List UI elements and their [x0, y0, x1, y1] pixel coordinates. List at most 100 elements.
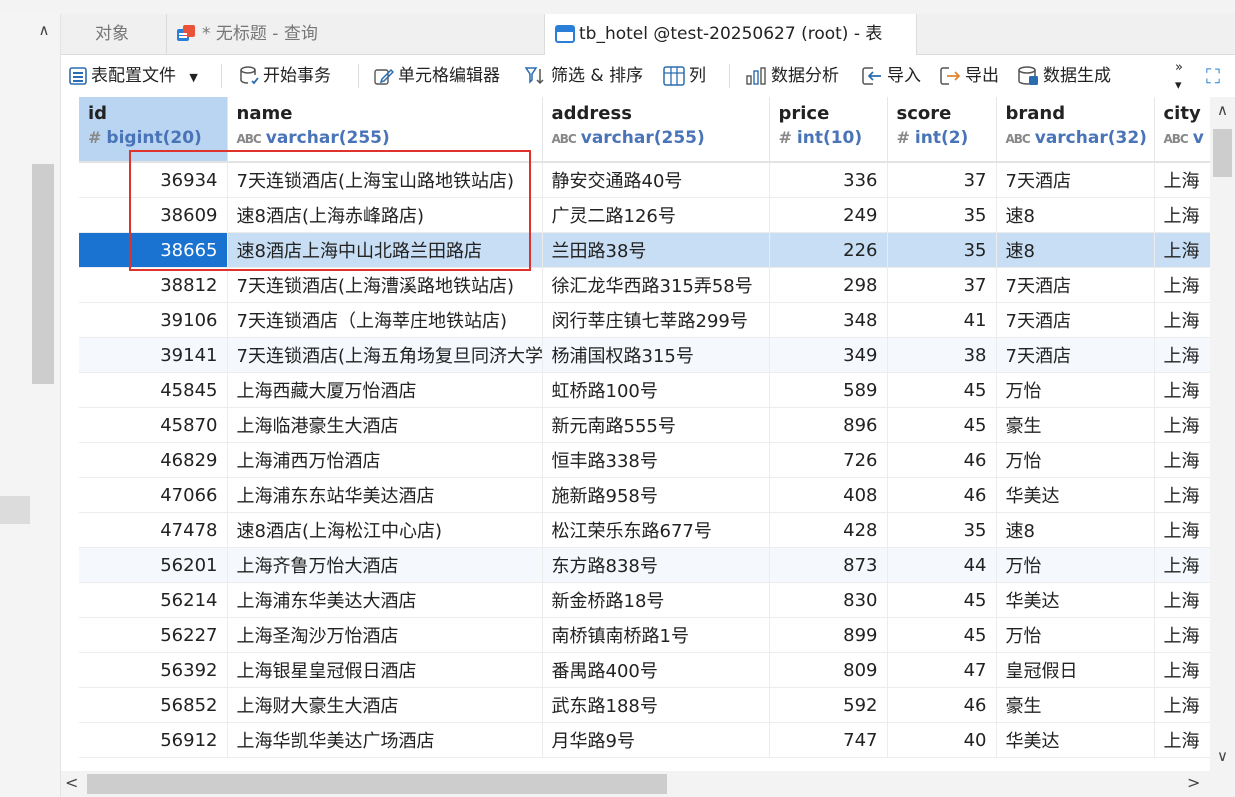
table-row[interactable]: 39141 7天连锁酒店(上海五角场复旦同济大学店) 杨浦国权路315号 349 38 7… [79, 337, 1210, 373]
cell-brand[interactable]: 皇冠假日 [996, 652, 1155, 688]
export-button[interactable]: 导出 [939, 55, 999, 97]
scroll-left-icon[interactable]: < [65, 773, 78, 792]
cell-id[interactable]: 56392 [79, 652, 228, 688]
chevron-up-icon[interactable]: ∧ [34, 20, 54, 40]
cell-id[interactable]: 56201 [79, 547, 228, 583]
table-row[interactable]: 56201 上海齐鲁万怡大酒店 东方路838号 873 44 万怡 上海 [79, 547, 1210, 583]
table-row[interactable]: 38665 速8酒店上海中山北路兰田路店 兰田路38号 226 35 速8 上海 [79, 232, 1210, 268]
column-header-price[interactable]: price # int(10) [769, 97, 888, 163]
cell-price[interactable]: 830 [769, 582, 888, 618]
cell-brand[interactable]: 7天酒店 [996, 162, 1155, 198]
cell-id[interactable]: 38812 [79, 267, 228, 303]
cell-brand[interactable]: 万怡 [996, 372, 1155, 408]
cell-brand[interactable]: 速8 [996, 232, 1155, 268]
cell-address[interactable]: 恒丰路338号 [542, 442, 770, 478]
data-analysis-button[interactable]: 数据分析 [745, 55, 839, 97]
cell-city[interactable]: 上海 [1154, 302, 1210, 338]
cell-price[interactable]: 298 [769, 267, 888, 303]
cell-score[interactable]: 45 [887, 582, 997, 618]
cell-name[interactable]: 7天连锁酒店(上海宝山路地铁站店) [227, 162, 543, 198]
cell-address[interactable]: 兰田路38号 [542, 232, 770, 268]
cell-brand[interactable]: 万怡 [996, 617, 1155, 653]
cell-price[interactable]: 226 [769, 232, 888, 268]
cell-name[interactable]: 上海银星皇冠假日酒店 [227, 652, 543, 688]
cell-address[interactable]: 新元南路555号 [542, 407, 770, 443]
cell-brand[interactable]: 豪生 [996, 687, 1155, 723]
vertical-scroll-thumb[interactable] [1213, 129, 1232, 177]
cell-score[interactable]: 45 [887, 372, 997, 408]
cell-editor-button[interactable]: 单元格编辑器 [374, 55, 500, 97]
table-row[interactable]: 45870 上海临港豪生大酒店 新元南路555号 896 45 豪生 上海 [79, 407, 1210, 443]
table-row[interactable]: 38609 速8酒店(上海赤峰路店) 广灵二路126号 249 35 速8 上海 [79, 197, 1210, 233]
cell-name[interactable]: 上海财大豪生大酒店 [227, 687, 543, 723]
cell-price[interactable]: 408 [769, 477, 888, 513]
cell-name[interactable]: 上海西藏大厦万怡酒店 [227, 372, 543, 408]
overflow-chevron-icon[interactable]: » ▾ [1175, 59, 1183, 101]
cell-name[interactable]: 速8酒店(上海赤峰路店) [227, 197, 543, 233]
cell-city[interactable]: 上海 [1154, 687, 1210, 723]
cell-id[interactable]: 45870 [79, 407, 228, 443]
cell-score[interactable]: 44 [887, 547, 997, 583]
cell-id[interactable]: 46829 [79, 442, 228, 478]
table-row[interactable]: 56227 上海圣淘沙万怡酒店 南桥镇南桥路1号 899 45 万怡 上海 [79, 617, 1210, 653]
cell-brand[interactable]: 华美达 [996, 477, 1155, 513]
cell-address[interactable]: 松江荣乐东路677号 [542, 512, 770, 548]
cell-city[interactable]: 上海 [1154, 582, 1210, 618]
cell-address[interactable]: 番禺路400号 [542, 652, 770, 688]
cell-price[interactable]: 899 [769, 617, 888, 653]
column-header-city[interactable]: city ABC v [1154, 97, 1210, 163]
cell-id[interactable]: 56852 [79, 687, 228, 723]
cell-name[interactable]: 速8酒店(上海松江中心店) [227, 512, 543, 548]
cell-city[interactable]: 上海 [1154, 372, 1210, 408]
table-row[interactable]: 56214 上海浦东华美达大酒店 新金桥路18号 830 45 华美达 上海 [79, 582, 1210, 618]
column-header-name[interactable]: name ABC varchar(255) [227, 97, 543, 163]
cell-city[interactable]: 上海 [1154, 267, 1210, 303]
cell-name[interactable]: 上海齐鲁万怡大酒店 [227, 547, 543, 583]
cell-address[interactable]: 静安交通路40号 [542, 162, 770, 198]
cell-name[interactable]: 上海浦西万怡酒店 [227, 442, 543, 478]
cell-price[interactable]: 349 [769, 337, 888, 373]
cell-price[interactable]: 726 [769, 442, 888, 478]
begin-transaction-button[interactable]: 开始事务 [239, 55, 331, 97]
tab-table[interactable]: tb_hotel @test-20250627 (root) - 表 [545, 14, 917, 55]
table-row[interactable]: 45845 上海西藏大厦万怡酒店 虹桥路100号 589 45 万怡 上海 [79, 372, 1210, 408]
cell-name[interactable]: 上海浦东东站华美达酒店 [227, 477, 543, 513]
cell-address[interactable]: 广灵二路126号 [542, 197, 770, 233]
cell-address[interactable]: 武东路188号 [542, 687, 770, 723]
cell-id[interactable]: 56912 [79, 722, 228, 758]
cell-price[interactable]: 747 [769, 722, 888, 758]
cell-name[interactable]: 上海临港豪生大酒店 [227, 407, 543, 443]
cell-brand[interactable]: 豪生 [996, 407, 1155, 443]
cell-name[interactable]: 7天连锁酒店(上海五角场复旦同济大学店) [227, 337, 543, 373]
cell-price[interactable]: 249 [769, 197, 888, 233]
cell-price[interactable]: 336 [769, 162, 888, 198]
cell-city[interactable]: 上海 [1154, 407, 1210, 443]
cell-id[interactable]: 39106 [79, 302, 228, 338]
columns-button[interactable]: 列 [663, 55, 706, 97]
table-row[interactable]: 47478 速8酒店(上海松江中心店) 松江荣乐东路677号 428 35 速8 上海 [79, 512, 1210, 548]
cell-city[interactable]: 上海 [1154, 547, 1210, 583]
expand-icon[interactable]: ⛶ [1206, 55, 1220, 97]
cell-brand[interactable]: 速8 [996, 197, 1155, 233]
cell-city[interactable]: 上海 [1154, 477, 1210, 513]
cell-id[interactable]: 45845 [79, 372, 228, 408]
table-row[interactable]: 47066 上海浦东东站华美达酒店 施新路958号 408 46 华美达 上海 [79, 477, 1210, 513]
cell-brand[interactable]: 万怡 [996, 547, 1155, 583]
cell-price[interactable]: 428 [769, 512, 888, 548]
cell-city[interactable]: 上海 [1154, 162, 1210, 198]
scroll-right-icon[interactable]: > [1187, 773, 1200, 792]
cell-address[interactable]: 闵行莘庄镇七莘路299号 [542, 302, 770, 338]
table-row[interactable]: 38812 7天连锁酒店(上海漕溪路地铁站店) 徐汇龙华西路315弄58号 298 37… [79, 267, 1210, 303]
cell-score[interactable]: 37 [887, 162, 997, 198]
tab-objects[interactable]: 对象 [61, 14, 167, 54]
cell-name[interactable]: 上海华凯华美达广场酒店 [227, 722, 543, 758]
horizontal-scroll-thumb[interactable] [87, 774, 667, 794]
cell-name[interactable]: 上海浦东华美达大酒店 [227, 582, 543, 618]
cell-score[interactable]: 38 [887, 337, 997, 373]
cell-city[interactable]: 上海 [1154, 617, 1210, 653]
cell-brand[interactable]: 华美达 [996, 722, 1155, 758]
cell-score[interactable]: 40 [887, 722, 997, 758]
column-header-brand[interactable]: brand ABC varchar(32) [996, 97, 1155, 163]
cell-id[interactable]: 38609 [79, 197, 228, 233]
import-button[interactable]: 导入 [861, 55, 921, 97]
